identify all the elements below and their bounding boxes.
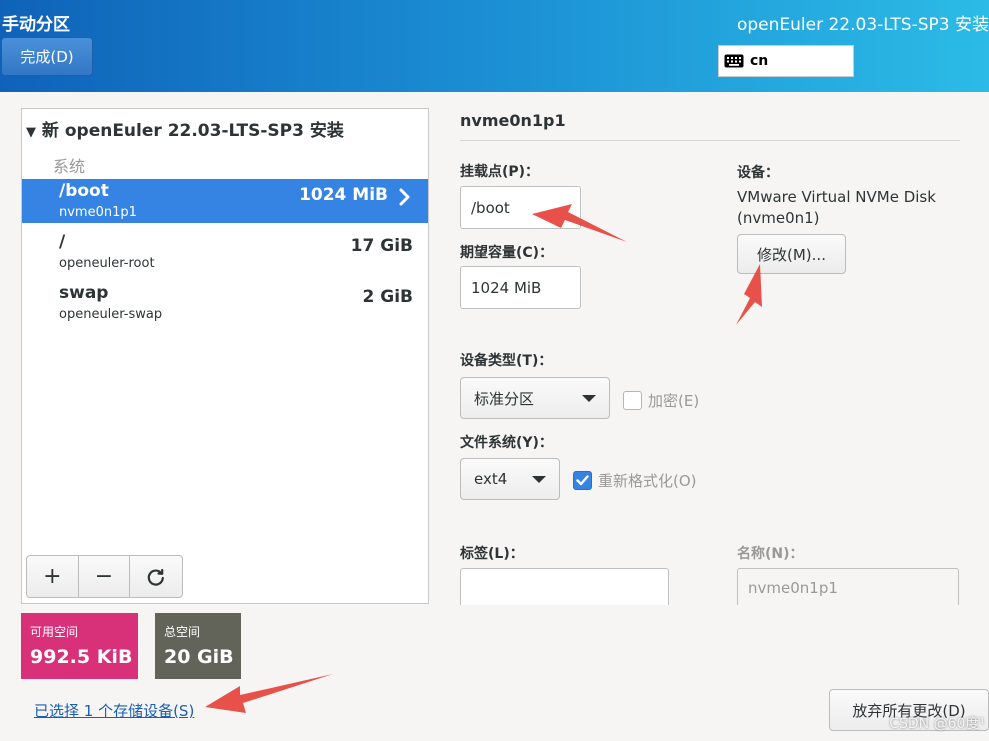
partition-mount: /boot bbox=[59, 181, 109, 201]
checkbox-icon bbox=[623, 391, 642, 410]
device-id: (nvme0n1) bbox=[737, 209, 820, 227]
encrypt-checkbox[interactable]: 加密(E) bbox=[623, 390, 699, 411]
expander-icon[interactable]: ▼ bbox=[26, 125, 36, 140]
mount-point-label: 挂载点(P)： bbox=[460, 164, 540, 180]
content-clip bbox=[440, 605, 989, 685]
tag-label: 标签(L)： bbox=[460, 546, 524, 562]
keyboard-layout-indicator[interactable]: cn bbox=[718, 45, 854, 77]
product-title: openEuler 22.03-LTS-SP3 安装 bbox=[736, 15, 989, 35]
device-type-label: 设备类型(T)： bbox=[460, 353, 553, 369]
name-input: nvme0n1p1 bbox=[737, 568, 959, 606]
partition-size: 2 GiB bbox=[362, 287, 414, 307]
available-space-box: 可用空间 992.5 KiB bbox=[21, 613, 138, 679]
partition-device: openeuler-swap bbox=[59, 307, 163, 322]
total-space-label: 总空间 bbox=[164, 625, 201, 639]
installation-title: 新 openEuler 22.03-LTS-SP3 安装 bbox=[41, 121, 344, 141]
remove-partition-button[interactable]: − bbox=[79, 556, 131, 597]
reformat-checkbox[interactable]: 重新格式化(O) bbox=[573, 470, 697, 491]
partition-row-root[interactable]: / openeuler-root 17 GiB bbox=[22, 230, 428, 274]
installation-header[interactable]: ▼ 新 openEuler 22.03-LTS-SP3 安装 bbox=[26, 116, 344, 141]
checkbox-checked-icon bbox=[573, 471, 592, 490]
partition-row-swap[interactable]: swap openeuler-swap 2 GiB bbox=[22, 281, 428, 325]
header-bar: 手动分区 完成(D) openEuler 22.03-LTS-SP3 安装 cn bbox=[0, 0, 989, 92]
partition-size: 17 GiB bbox=[350, 236, 413, 256]
annotation-arrow-storage bbox=[205, 674, 333, 713]
watermark: CSDN @60度¹ bbox=[889, 716, 985, 732]
add-partition-button[interactable]: + bbox=[27, 556, 79, 597]
partition-mount: swap bbox=[59, 283, 109, 303]
filesystem-label: 文件系统(Y)： bbox=[460, 435, 553, 451]
device-label: 设备： bbox=[737, 165, 779, 181]
reformat-label: 重新格式化(O) bbox=[598, 472, 697, 490]
refresh-button[interactable] bbox=[130, 556, 182, 597]
selected-storage-link[interactable]: 已选择 1 个存储设备(S) bbox=[34, 700, 194, 721]
total-space-value: 20 GiB bbox=[164, 646, 234, 668]
partition-detail-title: nvme0n1p1 bbox=[460, 111, 566, 130]
desired-capacity-label: 期望容量(C)： bbox=[460, 245, 554, 261]
modify-button[interactable]: 修改(M)... bbox=[737, 234, 846, 274]
partition-size: 1024 MiB bbox=[299, 185, 388, 205]
detail-divider bbox=[460, 140, 960, 141]
keyboard-icon bbox=[724, 54, 744, 68]
chevron-down-icon bbox=[532, 476, 546, 483]
device-name: VMware Virtual NVMe Disk bbox=[737, 188, 936, 206]
name-label: 名称(N)： bbox=[737, 546, 804, 562]
tag-input[interactable] bbox=[460, 568, 669, 606]
partition-toolbar: + − bbox=[26, 555, 183, 598]
available-space-label: 可用空间 bbox=[30, 625, 79, 639]
filesystem-value: ext4 bbox=[474, 470, 508, 488]
device-type-select[interactable]: 标准分区 bbox=[460, 377, 610, 419]
total-space-box: 总空间 20 GiB bbox=[155, 613, 241, 679]
partition-device: nvme0n1p1 bbox=[59, 205, 137, 220]
desired-capacity-input[interactable]: 1024 MiB bbox=[460, 266, 581, 309]
page-title: 手动分区 bbox=[2, 15, 70, 35]
available-space-value: 992.5 KiB bbox=[30, 646, 133, 668]
chevron-right-icon bbox=[399, 188, 410, 206]
device-type-value: 标准分区 bbox=[474, 389, 535, 408]
partition-mount: / bbox=[59, 232, 66, 252]
refresh-icon bbox=[147, 568, 165, 586]
chevron-down-icon bbox=[582, 395, 596, 402]
encrypt-label: 加密(E) bbox=[648, 392, 700, 410]
filesystem-select[interactable]: ext4 bbox=[460, 458, 560, 500]
partition-device: openeuler-root bbox=[59, 256, 155, 271]
keyboard-layout-label: cn bbox=[750, 53, 769, 69]
done-button[interactable]: 完成(D) bbox=[1, 37, 93, 76]
partition-list-panel: ▼ 新 openEuler 22.03-LTS-SP3 安装 系统 /boot … bbox=[21, 108, 429, 604]
group-label-system: 系统 bbox=[53, 157, 86, 176]
mount-point-input[interactable]: /boot bbox=[460, 186, 581, 229]
partition-row-boot[interactable]: /boot nvme0n1p1 1024 MiB bbox=[22, 179, 428, 223]
